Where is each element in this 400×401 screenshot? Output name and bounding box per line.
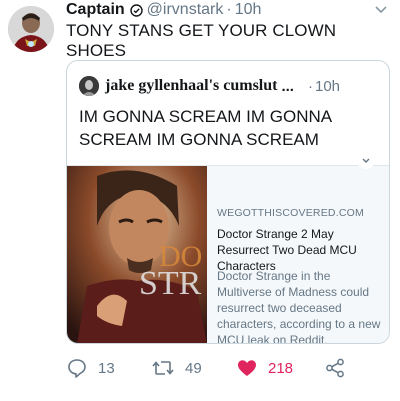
avatar-image: [8, 6, 54, 52]
tweet-text: TONY STANS GET YOUR CLOWN SHOES: [66, 21, 337, 60]
display-name[interactable]: Captain: [66, 1, 125, 19]
quoted-display-name: jake gyllenhaal's cumslut: [105, 77, 278, 94]
heart-icon: [238, 360, 256, 376]
share-icon: [326, 358, 344, 378]
quoted-name-ellipsis: ...: [281, 77, 294, 95]
verified-badge-icon: [129, 3, 143, 17]
avatar[interactable]: [8, 6, 54, 52]
quoted-tweet-text: IM GONNA SCREAM IM GONNA SCREAM IM GONNA…: [79, 107, 332, 149]
reply-icon: [68, 359, 86, 378]
quoted-tweet[interactable]: jake gyllenhaal's cumslut ... · 10h IM G…: [66, 60, 390, 344]
quoted-tweet-header: jake gyllenhaal's cumslut ... · 10h: [79, 75, 379, 97]
tweet-header: Captain @irvnstark · 10h: [66, 0, 400, 20]
link-card-body: WEGOTTHISCOVERED.COM Doctor Strange 2 Ma…: [217, 166, 383, 344]
retweet-count: 49: [185, 359, 202, 377]
quoted-avatar: [79, 76, 99, 96]
share-button[interactable]: [324, 356, 346, 380]
link-card-title: Doctor Strange 2 May Resurrect Two Dead …: [217, 227, 357, 273]
link-card[interactable]: DO STR WEGOTTHISCOVERED.COM Doctor Stran…: [67, 165, 389, 344]
like-count: 218: [268, 359, 294, 377]
reply-button[interactable]: 13: [66, 356, 115, 380]
quoted-separator-dot: ·: [307, 77, 313, 95]
chevron-down-icon[interactable]: [374, 2, 388, 20]
link-card-domain: WEGOTTHISCOVERED.COM: [217, 207, 364, 219]
like-button[interactable]: 218: [236, 356, 293, 380]
svg-text:STR: STR: [139, 265, 202, 302]
tweet-actions: 13 49 218: [66, 356, 396, 380]
tweet-timestamp[interactable]: 10h: [235, 1, 262, 19]
link-card-description: Doctor Strange in the Multiverse of Madn…: [217, 269, 381, 344]
quoted-timestamp: 10h: [314, 77, 341, 95]
retweet-button[interactable]: 49: [151, 356, 202, 380]
separator-dot: ·: [226, 1, 232, 18]
link-card-image: DO STR: [67, 166, 207, 343]
reply-count: 13: [98, 359, 115, 377]
retweet-icon: [152, 361, 174, 375]
user-handle[interactable]: @irvnstark: [147, 1, 224, 19]
